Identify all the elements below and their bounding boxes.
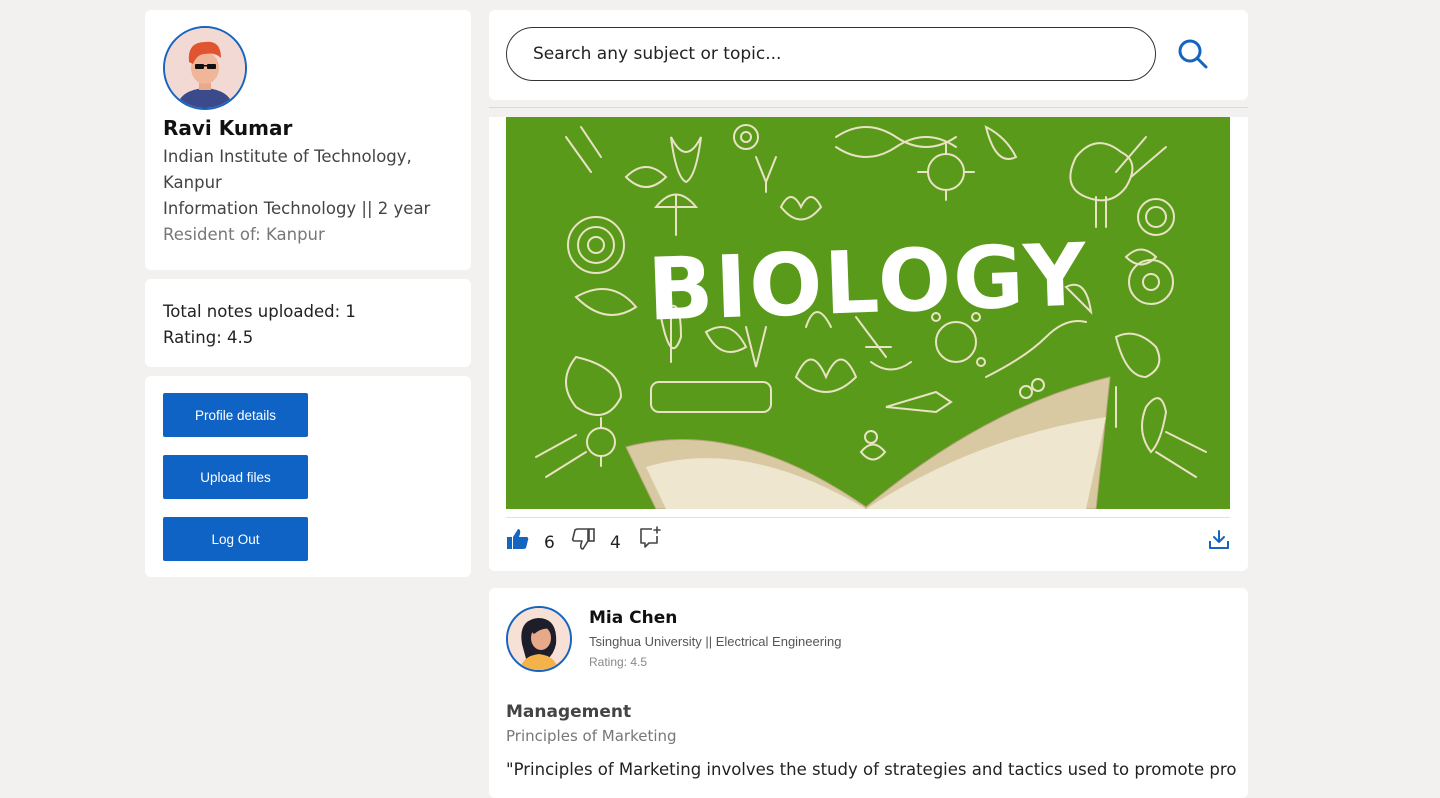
post2-author: Mia Chen [589, 608, 678, 628]
search-input[interactable]: Search any subject or topic... [506, 27, 1156, 81]
profile-avatar [163, 26, 247, 110]
post-actions: 6 4 [506, 523, 1230, 559]
post2-subject: Management [506, 702, 632, 722]
post2-card: Mia Chen Tsinghua University || Electric… [489, 588, 1248, 798]
search-icon[interactable] [1177, 38, 1209, 70]
post2-description: "Principles of Marketing involves the st… [506, 760, 1236, 779]
total-notes: Total notes uploaded: 1 [163, 302, 356, 321]
post-separator [506, 517, 1230, 518]
download-icon[interactable] [1208, 529, 1230, 551]
log-out-button[interactable]: Log Out [163, 517, 308, 561]
stats-card: Total notes uploaded: 1 Rating: 4.5 [145, 279, 471, 367]
post2-topic: Principles of Marketing [506, 727, 677, 745]
user-rating: Rating: 4.5 [163, 328, 254, 347]
dislikes-count: 4 [610, 533, 621, 553]
profile-program: Information Technology || 2 year [163, 199, 431, 218]
profile-details-button[interactable]: Profile details [163, 393, 308, 437]
comment-add-icon[interactable] [638, 526, 662, 550]
profile-resident: Resident of: Kanpur [163, 225, 325, 244]
profile-name: Ravi Kumar [163, 116, 293, 140]
feed-divider [489, 107, 1248, 108]
profile-card: Ravi Kumar Indian Institute of Technolog… [145, 10, 471, 270]
upload-files-button[interactable]: Upload files [163, 455, 308, 499]
actions-card: Profile details Upload files Log Out [145, 376, 471, 577]
thumbs-up-icon[interactable] [506, 527, 530, 551]
post-image-title: BIOLOGY [646, 225, 1090, 340]
profile-institute: Indian Institute of Technology, [163, 147, 412, 166]
post2-university: Tsinghua University || Electrical Engine… [589, 634, 842, 649]
post-card: BIOLOGY 6 4 [489, 117, 1248, 571]
profile-institute-city: Kanpur [163, 173, 222, 192]
post2-avatar [506, 606, 572, 672]
post-image: BIOLOGY [506, 117, 1230, 509]
post2-rating: Rating: 4.5 [589, 655, 648, 669]
search-card: Search any subject or topic... [489, 10, 1248, 100]
likes-count: 6 [544, 533, 555, 553]
thumbs-down-icon[interactable] [571, 527, 595, 551]
